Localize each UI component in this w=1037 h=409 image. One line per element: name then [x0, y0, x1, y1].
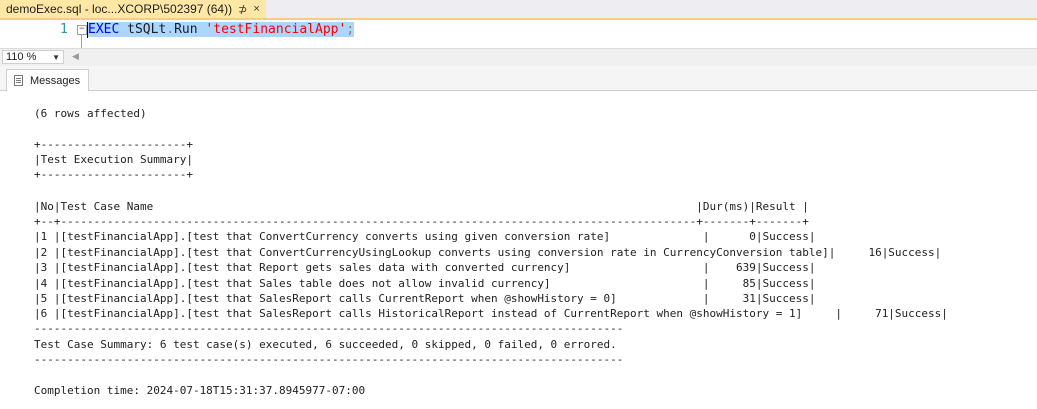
results-header: |No|Test Case Name |Dur(ms)|Result |: [34, 200, 809, 213]
summary-box-title: |Test Execution Summary|: [34, 153, 193, 166]
summary-box-top: +----------------------+: [34, 138, 193, 151]
footer-separator: ----------------------------------------…: [34, 322, 624, 335]
messages-icon: [13, 74, 25, 87]
editor-status-bar: 110 % ▼ ◀: [0, 48, 1037, 66]
close-icon[interactable]: ×: [253, 3, 259, 15]
test-result-row: |1 |[testFinancialApp].[test that Conver…: [34, 230, 816, 243]
test-result-row: |2 |[testFinancialApp].[test that Conver…: [34, 246, 942, 259]
tab-messages[interactable]: Messages: [6, 69, 90, 91]
footer-separator: ----------------------------------------…: [34, 353, 624, 366]
tab-messages-label: Messages: [30, 74, 81, 87]
sql-schema: tSQLt: [127, 22, 167, 37]
completion-time: Completion time: 2024-07-18T15:31:37.894…: [34, 384, 366, 397]
messages-pane[interactable]: (6 rows affected) +---------------------…: [0, 91, 1037, 409]
line-number: 1: [60, 22, 68, 37]
collapse-icon[interactable]: −: [77, 25, 87, 35]
pin-icon[interactable]: ⊅: [238, 3, 247, 16]
results-header-separator: +--+------------------------------------…: [34, 215, 809, 228]
results-tab-bar: Messages: [0, 66, 1037, 91]
sql-string-arg: 'testFinancialApp': [205, 22, 347, 37]
query-editor[interactable]: 1 − EXEC tSQLt.Run 'testFinancialApp';: [0, 20, 1037, 48]
test-result-row: |6 |[testFinancialApp].[test that SalesR…: [34, 307, 948, 320]
document-tab[interactable]: demoExec.sql - loc...XCORP\502397 (64)) …: [0, 0, 266, 18]
rows-affected-text: (6 rows affected): [34, 107, 147, 120]
outline-line: [81, 35, 82, 48]
document-tab-strip: demoExec.sql - loc...XCORP\502397 (64)) …: [0, 0, 1037, 20]
test-result-row: |5 |[testFinancialApp].[test that SalesR…: [34, 292, 816, 305]
test-case-summary: Test Case Summary: 6 test case(s) execut…: [34, 338, 617, 351]
document-tab-title: demoExec.sql - loc...XCORP\502397 (64)): [6, 2, 233, 16]
scroll-left-icon[interactable]: ◀: [72, 51, 79, 62]
zoom-select[interactable]: 110 % ▼: [2, 50, 64, 64]
zoom-value: 110 %: [6, 51, 37, 63]
sql-procedure: Run: [174, 22, 198, 37]
sql-keyword: EXEC: [88, 22, 120, 37]
test-result-row: |4 |[testFinancialApp].[test that Sales …: [34, 277, 816, 290]
test-result-row: |3 |[testFinancialApp].[test that Report…: [34, 261, 816, 274]
summary-box-bottom: +----------------------+: [34, 168, 193, 181]
sql-code-line[interactable]: EXEC tSQLt.Run 'testFinancialApp';: [88, 22, 355, 37]
sql-semicolon: ;: [346, 22, 355, 37]
chevron-down-icon: ▼: [52, 52, 60, 62]
sql-dot: .: [166, 22, 175, 37]
